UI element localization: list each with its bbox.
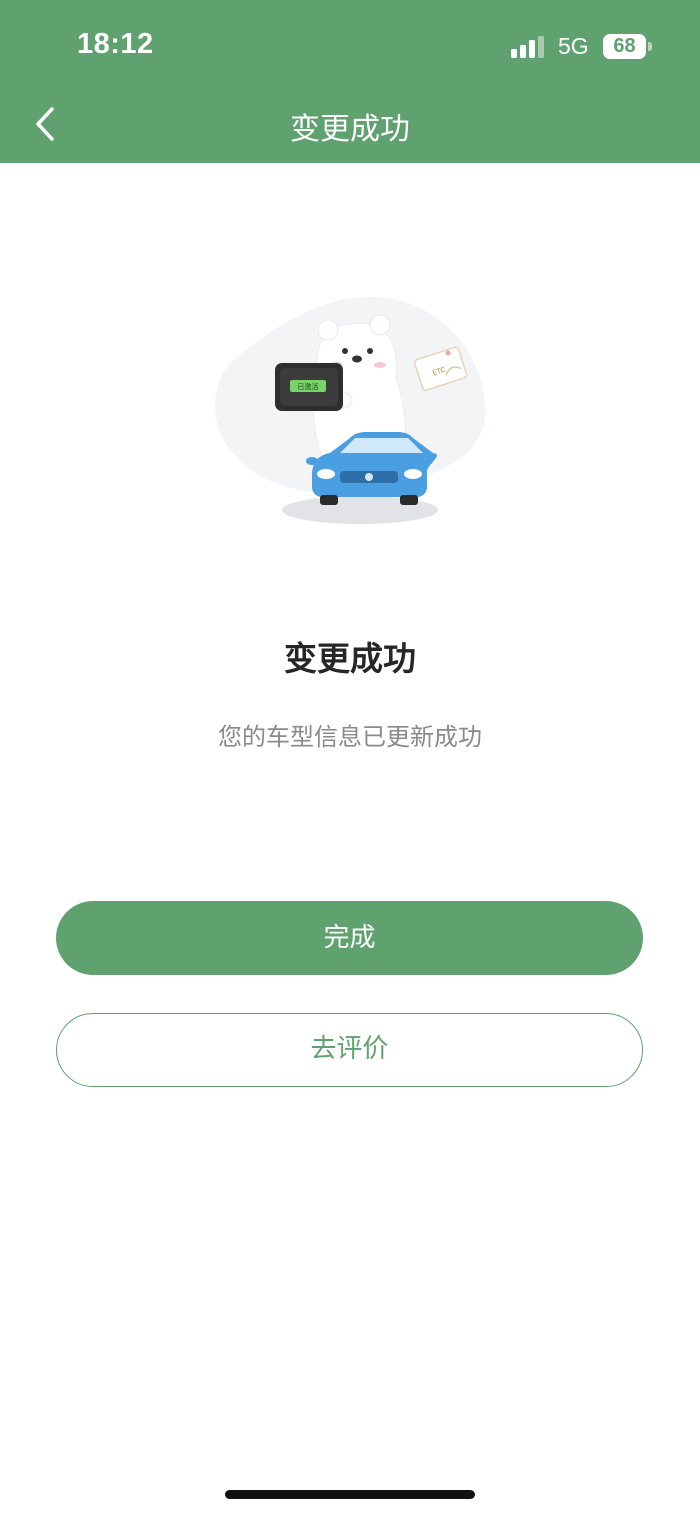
page-title: 变更成功 [290, 112, 410, 147]
battery-tip [648, 42, 652, 51]
done-button[interactable]: 完成 [56, 901, 643, 975]
result-description: 您的车型信息已更新成功 [218, 723, 482, 751]
network-type: 5G [558, 33, 589, 59]
review-button[interactable]: 去评价 [56, 1013, 643, 1087]
signal-bars-icon [511, 36, 547, 58]
success-illustration: 已激活 ETC [200, 285, 500, 535]
app-header: 18:12 5G 68 变更成功 [0, 0, 700, 163]
home-indicator[interactable] [225, 1490, 475, 1499]
result-title: 变更成功 [284, 639, 416, 678]
device-screen-text: 已激活 [298, 382, 319, 391]
status-time: 18:12 [77, 28, 154, 60]
battery-icon: 68 [603, 34, 646, 59]
